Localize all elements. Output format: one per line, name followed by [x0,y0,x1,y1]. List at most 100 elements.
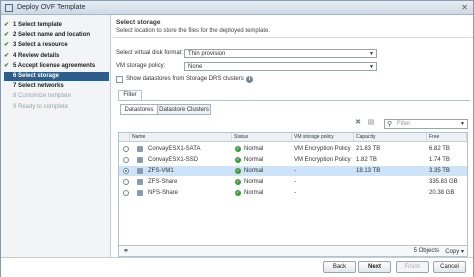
header-free[interactable]: Free [427,133,467,142]
cell-policy: VM Encryption Policy [294,146,351,152]
vm-policy-select[interactable]: None ▼ [184,62,377,71]
status-ok-icon: ✓ [235,157,241,163]
wizard-steps: ✔ 1 Select template ✔ 2 Select name and loc… [1,15,111,257]
copy-button[interactable]: Copy ▾ [445,248,464,255]
header-capacity[interactable]: Capacity [354,133,427,142]
disk-format-select[interactable]: Thin provision ▼ [184,49,377,58]
cell-policy: - [294,168,296,174]
cell-capacity: 21.83 TB [356,146,381,152]
wizard-step[interactable]: ✔ 5 Accept license agreements [4,62,109,71]
wizard-step-label: 1 Select template [13,22,63,28]
window-title: Deploy OVF Template [17,4,86,11]
checkmark-icon: ✔ [4,22,10,28]
drs-clusters-label: Show datastores from Storage DRS cluster… [126,76,244,82]
header-status[interactable]: Status [232,133,292,142]
wizard-step-label: 4 Review details [13,52,60,59]
checkmark-icon: ✔ [4,42,10,49]
wizard-step[interactable]: ✔ 2 Select name and location [4,31,109,40]
datastore-table: Name Status VM storage policy Capacity F… [118,132,468,246]
cell-capacity [356,188,427,198]
status-ok-icon: ✓ [235,190,241,196]
wizard-step-label: 6 Select storage [13,73,60,79]
wizard-step: 8 Customize template [4,92,109,101]
cell-policy: - [294,190,296,196]
close-icon[interactable]: ✕ [461,3,468,12]
search-placeholder: Filter [397,121,411,127]
cell-name: NFS-Share [148,190,179,196]
datastore-icon [137,146,143,152]
object-count: 5 Objects [413,248,439,254]
tab-datastore-clusters[interactable]: Datastore Clusters [157,104,211,115]
ovf-template-icon [5,4,13,12]
cell-status: Normal [244,190,264,196]
table-row[interactable]: ✓ ZFS-Share Normal - 335.83 GB [119,177,467,187]
checkmark-icon: ✔ [4,32,10,39]
search-input[interactable]: ⚲ Filter ▼ [384,119,468,129]
cell-status: Normal [244,157,264,163]
cell-name: ZFS-Share [148,179,178,185]
header-name[interactable]: Name [130,133,232,142]
table-header: Name Status VM storage policy Capacity F… [119,133,467,142]
row-radio[interactable] [123,146,129,152]
drs-clusters-checkbox[interactable] [116,76,123,83]
tab-datastores[interactable]: Datastores [120,104,158,115]
datastore-icon [137,168,143,174]
deploy-ovf-window: Deploy OVF Template ✕ ✔ 1 Select template… [0,0,474,277]
main-panel: Select storage Select location to store … [113,15,473,257]
cell-free: 3.35 TB [429,168,450,174]
header-select-col [119,133,130,142]
export-icon[interactable]: ▤ [367,119,375,127]
status-ok-icon: ✓ [235,168,241,174]
cancel-button[interactable]: Cancel [433,261,466,273]
cell-name: ZFS-VM1 [148,168,174,174]
binoculars-icon[interactable]: ⚭ [123,247,129,255]
table-row[interactable]: ✓ ZFS-VM1 Normal - 18.13 TB 3.35 TB [119,166,467,176]
wizard-step: 7 Select networks [4,82,109,91]
row-radio[interactable] [123,190,129,196]
datastore-icon [137,157,143,163]
cell-free: 335.83 GB [429,179,458,185]
finish-button[interactable]: Finish [396,261,429,273]
next-button[interactable]: Next [358,261,391,273]
cell-capacity [356,177,427,187]
vm-policy-label: VM storage policy: [116,63,166,69]
checkmark-icon: ✔ [4,52,10,59]
filter-clear-icon[interactable]: ✖ [354,119,362,127]
cell-free: 20.38 GB [429,190,455,196]
row-radio[interactable] [123,168,129,174]
wizard-step[interactable]: ✔ 1 Select template [4,21,109,30]
tab-filter[interactable]: Filter [118,90,142,100]
wizard-step-label: 5 Accept license agreements [13,62,96,69]
table-row[interactable]: ✓ NFS-Share Normal - 20.38 GB [119,188,467,198]
wizard-step[interactable]: ✔ 4 Review details [4,52,109,61]
wizard-footer: Back Next Finish Cancel [1,257,473,277]
cell-free: 6.82 TB [429,146,450,152]
header-policy[interactable]: VM storage policy [292,133,354,142]
datastore-icon [137,179,143,185]
title-bar: Deploy OVF Template ✕ [1,1,473,15]
chevron-down-icon: ▼ [460,121,465,127]
wizard-step-label: 9 Ready to complete [13,103,69,110]
disk-format-value: Thin provision [188,51,226,57]
table-row[interactable]: ✓ ConvayESX1-SATA Normal VM Encryption Poli… [119,144,467,154]
row-radio[interactable] [123,157,129,163]
wizard-step[interactable]: ✔ 3 Select a resource [4,41,109,50]
table-row[interactable]: ✓ ConvayESX1-SSD Normal VM Encryption Polic… [119,155,467,165]
page-subtitle: Select location to store the files for t… [116,28,271,34]
cell-capacity: 18.13 TB [356,168,381,174]
status-ok-icon: ✓ [235,146,241,152]
cell-name: ConvayESX1-SSD [148,157,199,163]
wizard-step-label: 3 Select a resource [13,42,68,49]
cell-capacity: 1.82 TB [356,157,377,163]
row-radio[interactable] [123,179,129,185]
disk-format-label: Select virtual disk format: [116,50,184,56]
cell-policy: - [294,179,296,185]
cell-name: ConvayESX1-SATA [148,146,201,152]
wizard-step-label: 7 Select networks [13,83,64,90]
wizard-step-label: 8 Customize template [13,93,72,100]
info-icon[interactable]: i [246,76,253,83]
back-button[interactable]: Back [323,261,356,273]
cell-status: Normal [244,179,264,185]
wizard-step[interactable]: 6 Select storage [4,72,109,81]
tab-underline [118,100,470,101]
